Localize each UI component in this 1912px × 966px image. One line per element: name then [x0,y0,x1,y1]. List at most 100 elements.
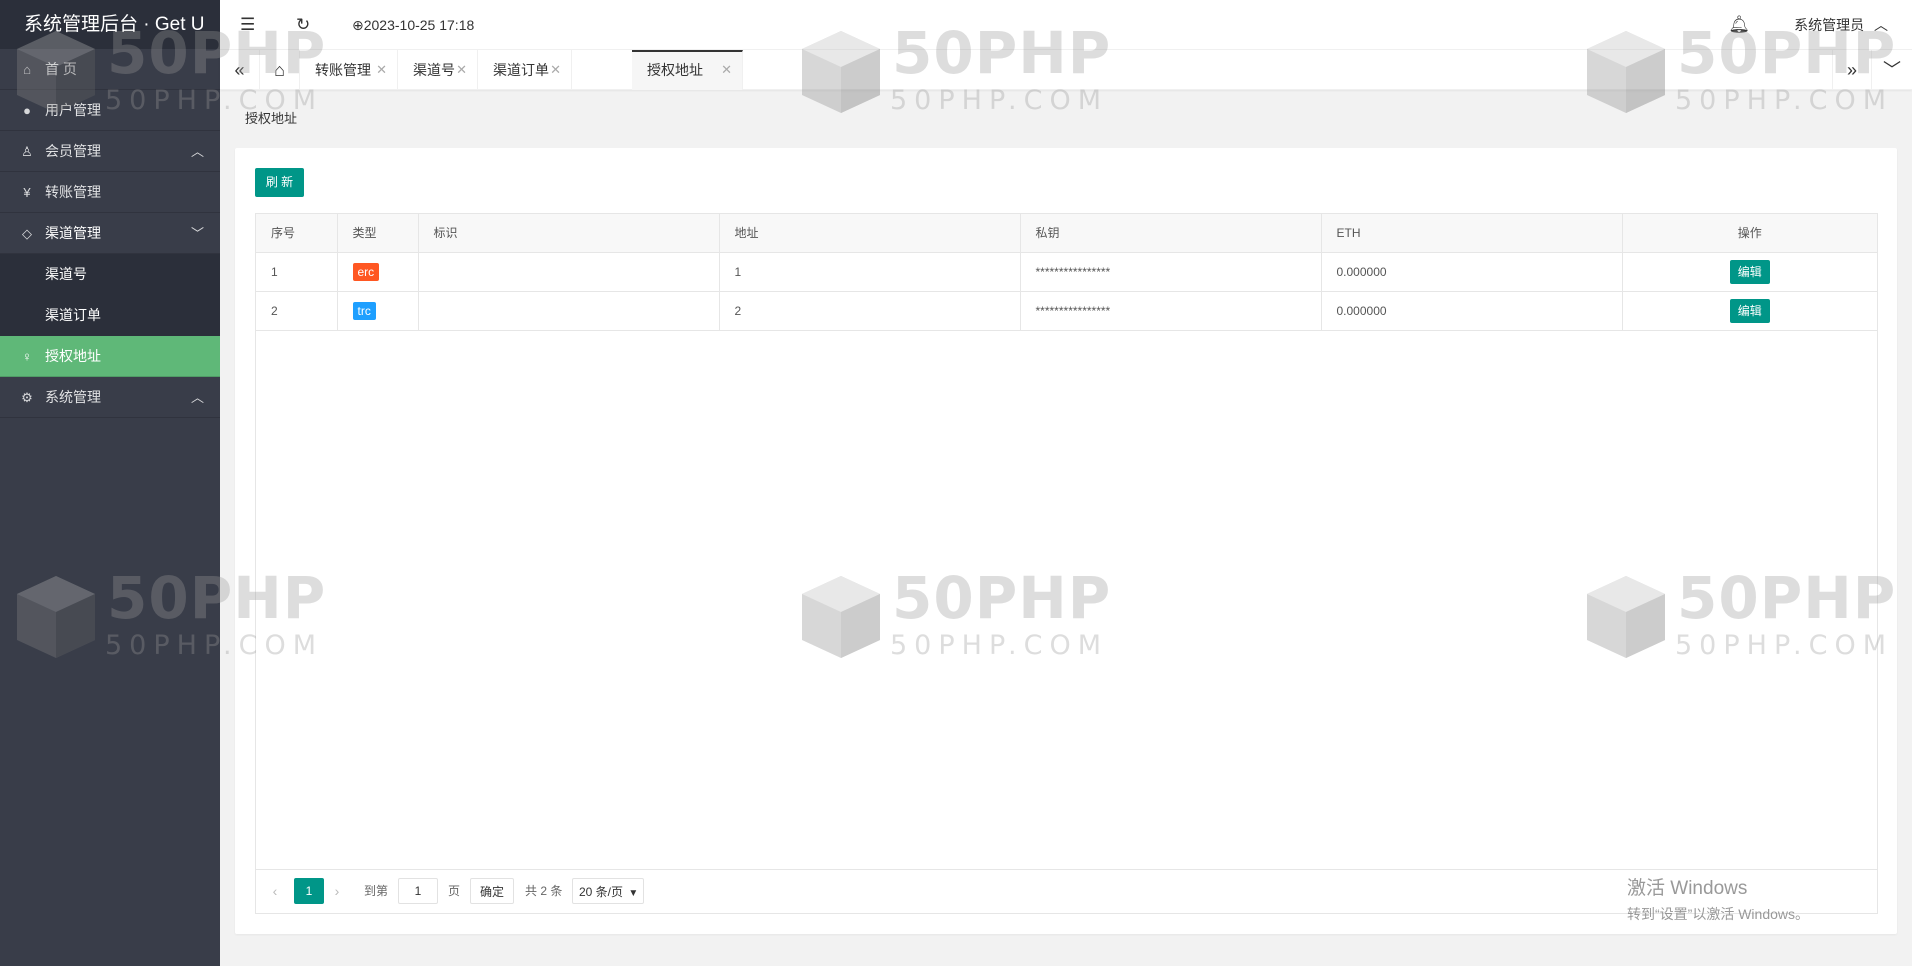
page-input[interactable] [398,878,438,904]
datetime-display: ⊕2023-10-25 17:18 [352,0,474,50]
cell-type: trc [337,291,419,331]
sidebar-item-auth-address[interactable]: ♀ 授权地址 [0,336,220,377]
chevron-up-icon: ︿ [190,144,204,159]
user-icon: ● [23,103,31,118]
cell-action: 编辑 [1622,252,1877,292]
tab-home-icon[interactable]: ⌂ [260,50,300,90]
table-row: 1 erc 1 **************** 0.000000 编辑 [256,252,1877,292]
sidebar-item-transfer[interactable]: ¥ 转账管理 [0,172,220,213]
sidebar-item-users[interactable]: ● 用户管理 [0,90,220,131]
tab-channel-orders[interactable]: 渠道订单 ✕ [478,50,572,90]
type-badge: trc [352,301,376,320]
sidebar-item-label: 渠道管理 [45,225,101,241]
cell-tag [418,291,720,331]
tab-channel-no[interactable]: 渠道号 ✕ [398,50,478,90]
sidebar-item-channels[interactable]: ◇ 渠道管理 ﹀ [0,213,220,254]
sidebar-item-label: 首 页 [45,61,77,77]
sidebar-item-label: 转账管理 [45,184,101,200]
bell-icon[interactable]: 🔔︎ [1728,0,1750,50]
sidebar-item-members[interactable]: ♙ 会员管理 ︿ [0,131,220,172]
cell-private-key: **************** [1020,291,1322,331]
confirm-button[interactable]: 确定 [470,878,514,904]
prev-page-icon[interactable]: ‹ [266,878,284,904]
edit-button[interactable]: 编辑 [1729,259,1770,284]
sidebar-item-label: 会员管理 [45,143,101,159]
menu-toggle-icon[interactable]: ☰ [240,0,255,50]
user-menu[interactable]: 系统管理员 ︿ [1794,0,1888,50]
cell-action: 编辑 [1622,291,1877,331]
column-header: 标识 [418,214,720,253]
column-header: 序号 [256,214,338,253]
cell-no: 1 [256,252,338,292]
current-page[interactable]: 1 [294,878,324,904]
activation-subtitle: 转到“设置”以激活 Windows。 [1627,906,1810,922]
tab-label: 渠道号 [413,62,455,78]
table-row: 2 trc 2 **************** 0.000000 编辑 [256,291,1877,331]
user-name: 系统管理员 [1794,17,1865,33]
cell-eth: 0.000000 [1321,252,1623,292]
sidebar-subitem-channel-no[interactable]: 渠道号 [0,254,220,295]
page-size-value: 20 条/页 [579,885,624,899]
sidebar-submenu-channels: 渠道号 渠道订单 [0,254,220,336]
tab-auth-address[interactable]: 授权地址 ✕ [632,50,743,90]
globe-icon: ⊕ [352,17,364,33]
refresh-icon[interactable]: ↻ [296,0,310,50]
gear-icon: ⚙ [21,390,33,405]
breadcrumb: 授权地址 [245,111,298,126]
close-icon[interactable]: ✕ [456,50,467,90]
column-header: 操作 [1622,214,1877,253]
tab-label: 渠道订单 [493,62,549,78]
content-card: 刷 新 序号 类型 标识 地址 私钥 ETH 操作 1 erc 1 ******… [235,148,1897,934]
sidebar-subitem-channel-orders[interactable]: 渠道订单 [0,295,220,336]
sidebar-item-home[interactable]: ⌂ 首 页 [0,49,220,90]
tab-label: 转账管理 [315,62,371,78]
cell-eth: 0.000000 [1321,291,1623,331]
sidebar: 系统管理后台 · Get U ⌂ 首 页 ● 用户管理 ♙ 会员管理 ︿ ¥ 转… [0,0,220,966]
cell-tag [418,252,720,292]
sidebar-item-system[interactable]: ⚙ 系统管理 ︿ [0,377,220,418]
page-suffix: 页 [448,884,461,898]
close-icon[interactable]: ✕ [721,52,732,88]
yen-icon: ¥ [23,185,31,200]
column-header: 类型 [337,214,419,253]
tab-label: 授权地址 [647,62,703,78]
chevron-up-icon: ︿ [190,390,204,405]
tabs-scroll-right-icon[interactable]: » [1832,50,1872,90]
chevron-up-icon: ︿ [1874,17,1888,33]
chevron-down-icon: ▼ [628,888,639,899]
cell-no: 2 [256,291,338,331]
home-icon: ⌂ [23,62,31,77]
goto-label: 到第 [364,884,389,898]
tab-bar: « ⌂ 转账管理 ✕ 渠道号 ✕ 渠道订单 ✕ 授权地址 ✕ » ﹀ [220,50,1912,90]
top-header: ☰ ↻ ⊕2023-10-25 17:18 🔔︎ 系统管理员 ︿ [220,0,1912,50]
activation-title: 激活 Windows [1627,878,1748,899]
column-header: 地址 [719,214,1021,253]
tabs-scroll-left-icon[interactable]: « [220,50,260,90]
close-icon[interactable]: ✕ [550,50,561,90]
member-icon: ♙ [21,144,33,159]
datetime-text: 2023-10-25 17:18 [363,17,475,33]
data-table: 序号 类型 标识 地址 私钥 ETH 操作 1 erc 1 **********… [255,213,1878,914]
next-page-icon[interactable]: › [328,878,346,904]
app-title: 系统管理后台 · Get U [0,0,220,49]
chevron-down-icon: ﹀ [190,226,204,241]
cell-type: erc [337,252,419,292]
column-header: ETH [1321,214,1623,253]
cell-address: 1 [719,252,1021,292]
total-count: 共 2 条 [525,884,563,898]
type-badge: erc [352,262,380,281]
sidebar-item-label: 用户管理 [45,102,101,118]
windows-activation-notice: 激活 Windows 转到“设置”以激活 Windows。 [1627,873,1809,924]
page-size-select[interactable]: 20 条/页 ▼ [572,878,644,904]
edit-button[interactable]: 编辑 [1729,298,1770,323]
tab-transfer[interactable]: 转账管理 ✕ [300,50,398,90]
tag-icon: ◇ [22,226,32,241]
tabs-menu-chevron-icon[interactable]: ﹀ [1872,50,1912,90]
cell-private-key: **************** [1020,252,1322,292]
refresh-button[interactable]: 刷 新 [255,168,304,197]
table-header-row: 序号 类型 标识 地址 私钥 ETH 操作 [256,214,1877,253]
close-icon[interactable]: ✕ [376,50,387,90]
cell-address: 2 [719,291,1021,331]
sidebar-item-label: 系统管理 [45,389,101,405]
sidebar-item-label: 授权地址 [45,348,101,364]
